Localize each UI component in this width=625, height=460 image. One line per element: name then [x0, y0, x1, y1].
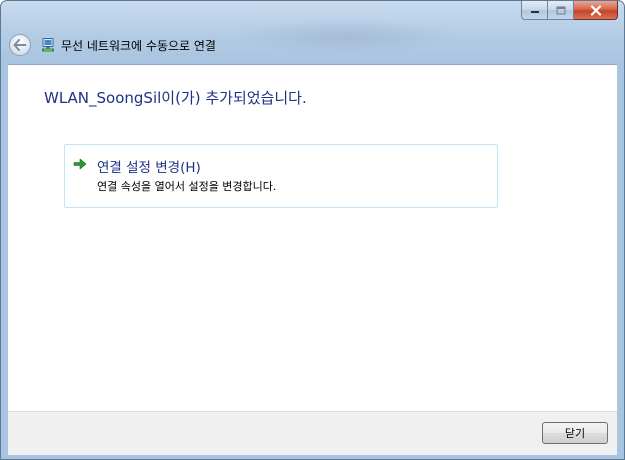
- status-heading: WLAN_SoongSil이(가) 추가되었습니다.: [44, 89, 307, 107]
- maximize-button[interactable]: [548, 1, 574, 20]
- navigation-bar: 무선 네트워크에 수동으로 연결: [9, 33, 216, 57]
- dialog-window: 무선 네트워크에 수동으로 연결 WLAN_SoongSil이(가) 추가되었습…: [0, 0, 625, 460]
- close-button[interactable]: 닫기: [542, 422, 608, 444]
- footer-bar: 닫기: [8, 411, 617, 455]
- change-connection-settings-link[interactable]: 연결 설정 변경(H) 연결 속성을 열어서 설정을 변경합니다.: [64, 144, 498, 208]
- back-button[interactable]: [9, 34, 31, 56]
- maximize-icon: [556, 6, 565, 14]
- titlebar-glass: [231, 19, 461, 55]
- option-description: 연결 속성을 열어서 설정을 변경합니다.: [97, 180, 277, 193]
- close-icon: [590, 4, 601, 16]
- back-arrow-icon: [13, 39, 27, 51]
- close-window-button[interactable]: [574, 1, 618, 20]
- wireless-network-icon: [39, 36, 57, 54]
- option-title: 연결 설정 변경(H): [97, 160, 201, 176]
- window-title: 무선 네트워크에 수동으로 연결: [61, 38, 216, 53]
- green-arrow-icon: [73, 158, 87, 170]
- content-panel: WLAN_SoongSil이(가) 추가되었습니다. 연결 설정 변경(H) 연…: [8, 64, 617, 411]
- caption-buttons: [521, 1, 618, 21]
- minimize-icon: [530, 11, 539, 13]
- minimize-button[interactable]: [521, 1, 548, 20]
